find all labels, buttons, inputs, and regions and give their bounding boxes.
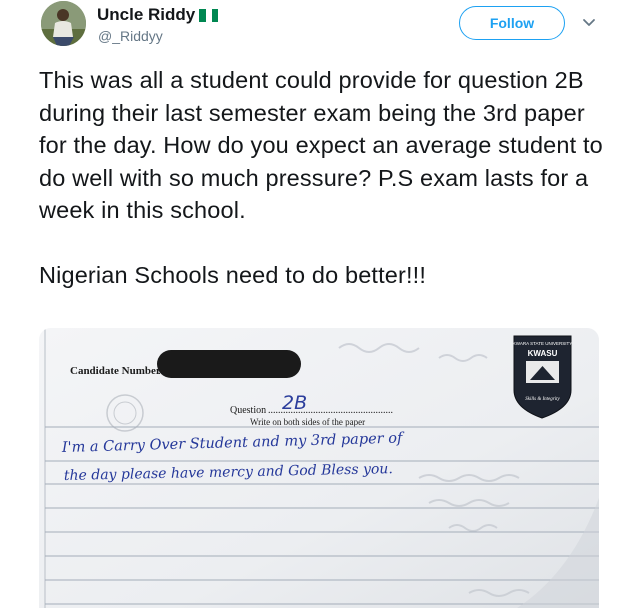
svg-text:KWARA STATE UNIVERSITY: KWARA STATE UNIVERSITY	[513, 341, 572, 346]
tweet-menu-button[interactable]	[578, 12, 600, 34]
question-answer-2b: 2B	[282, 392, 307, 414]
avatar-image	[41, 1, 86, 46]
nigeria-flag-icon	[199, 8, 219, 22]
tweet-card: Uncle Riddy @_Riddyy Follow This was all…	[0, 0, 628, 608]
display-name-text: Uncle Riddy	[97, 5, 196, 24]
candidate-number-label: Candidate Number	[70, 365, 161, 377]
tweet-text: This was all a student could provide for…	[39, 67, 603, 288]
svg-text:KWASU: KWASU	[528, 349, 558, 358]
tweet-photo[interactable]: Candidate Number ..... KWARA STATE UNIVE…	[39, 328, 599, 608]
author-name[interactable]: Uncle Riddy	[97, 5, 219, 25]
redaction-bar	[157, 350, 301, 378]
university-crest-logo: KWARA STATE UNIVERSITY KWASU Skills & In…	[513, 335, 572, 419]
instruction-text: Write on both sides of the paper	[250, 417, 365, 427]
exam-answer-sheet-image: Candidate Number ..... KWARA STATE UNIVE…	[39, 328, 599, 608]
avatar[interactable]	[41, 1, 86, 46]
chevron-down-icon	[583, 19, 595, 26]
follow-button[interactable]: Follow	[459, 6, 565, 40]
question-label: Question	[230, 405, 266, 416]
svg-text:Skills & Integrity: Skills & Integrity	[525, 397, 560, 402]
author-handle[interactable]: @_Riddyy	[98, 28, 163, 44]
